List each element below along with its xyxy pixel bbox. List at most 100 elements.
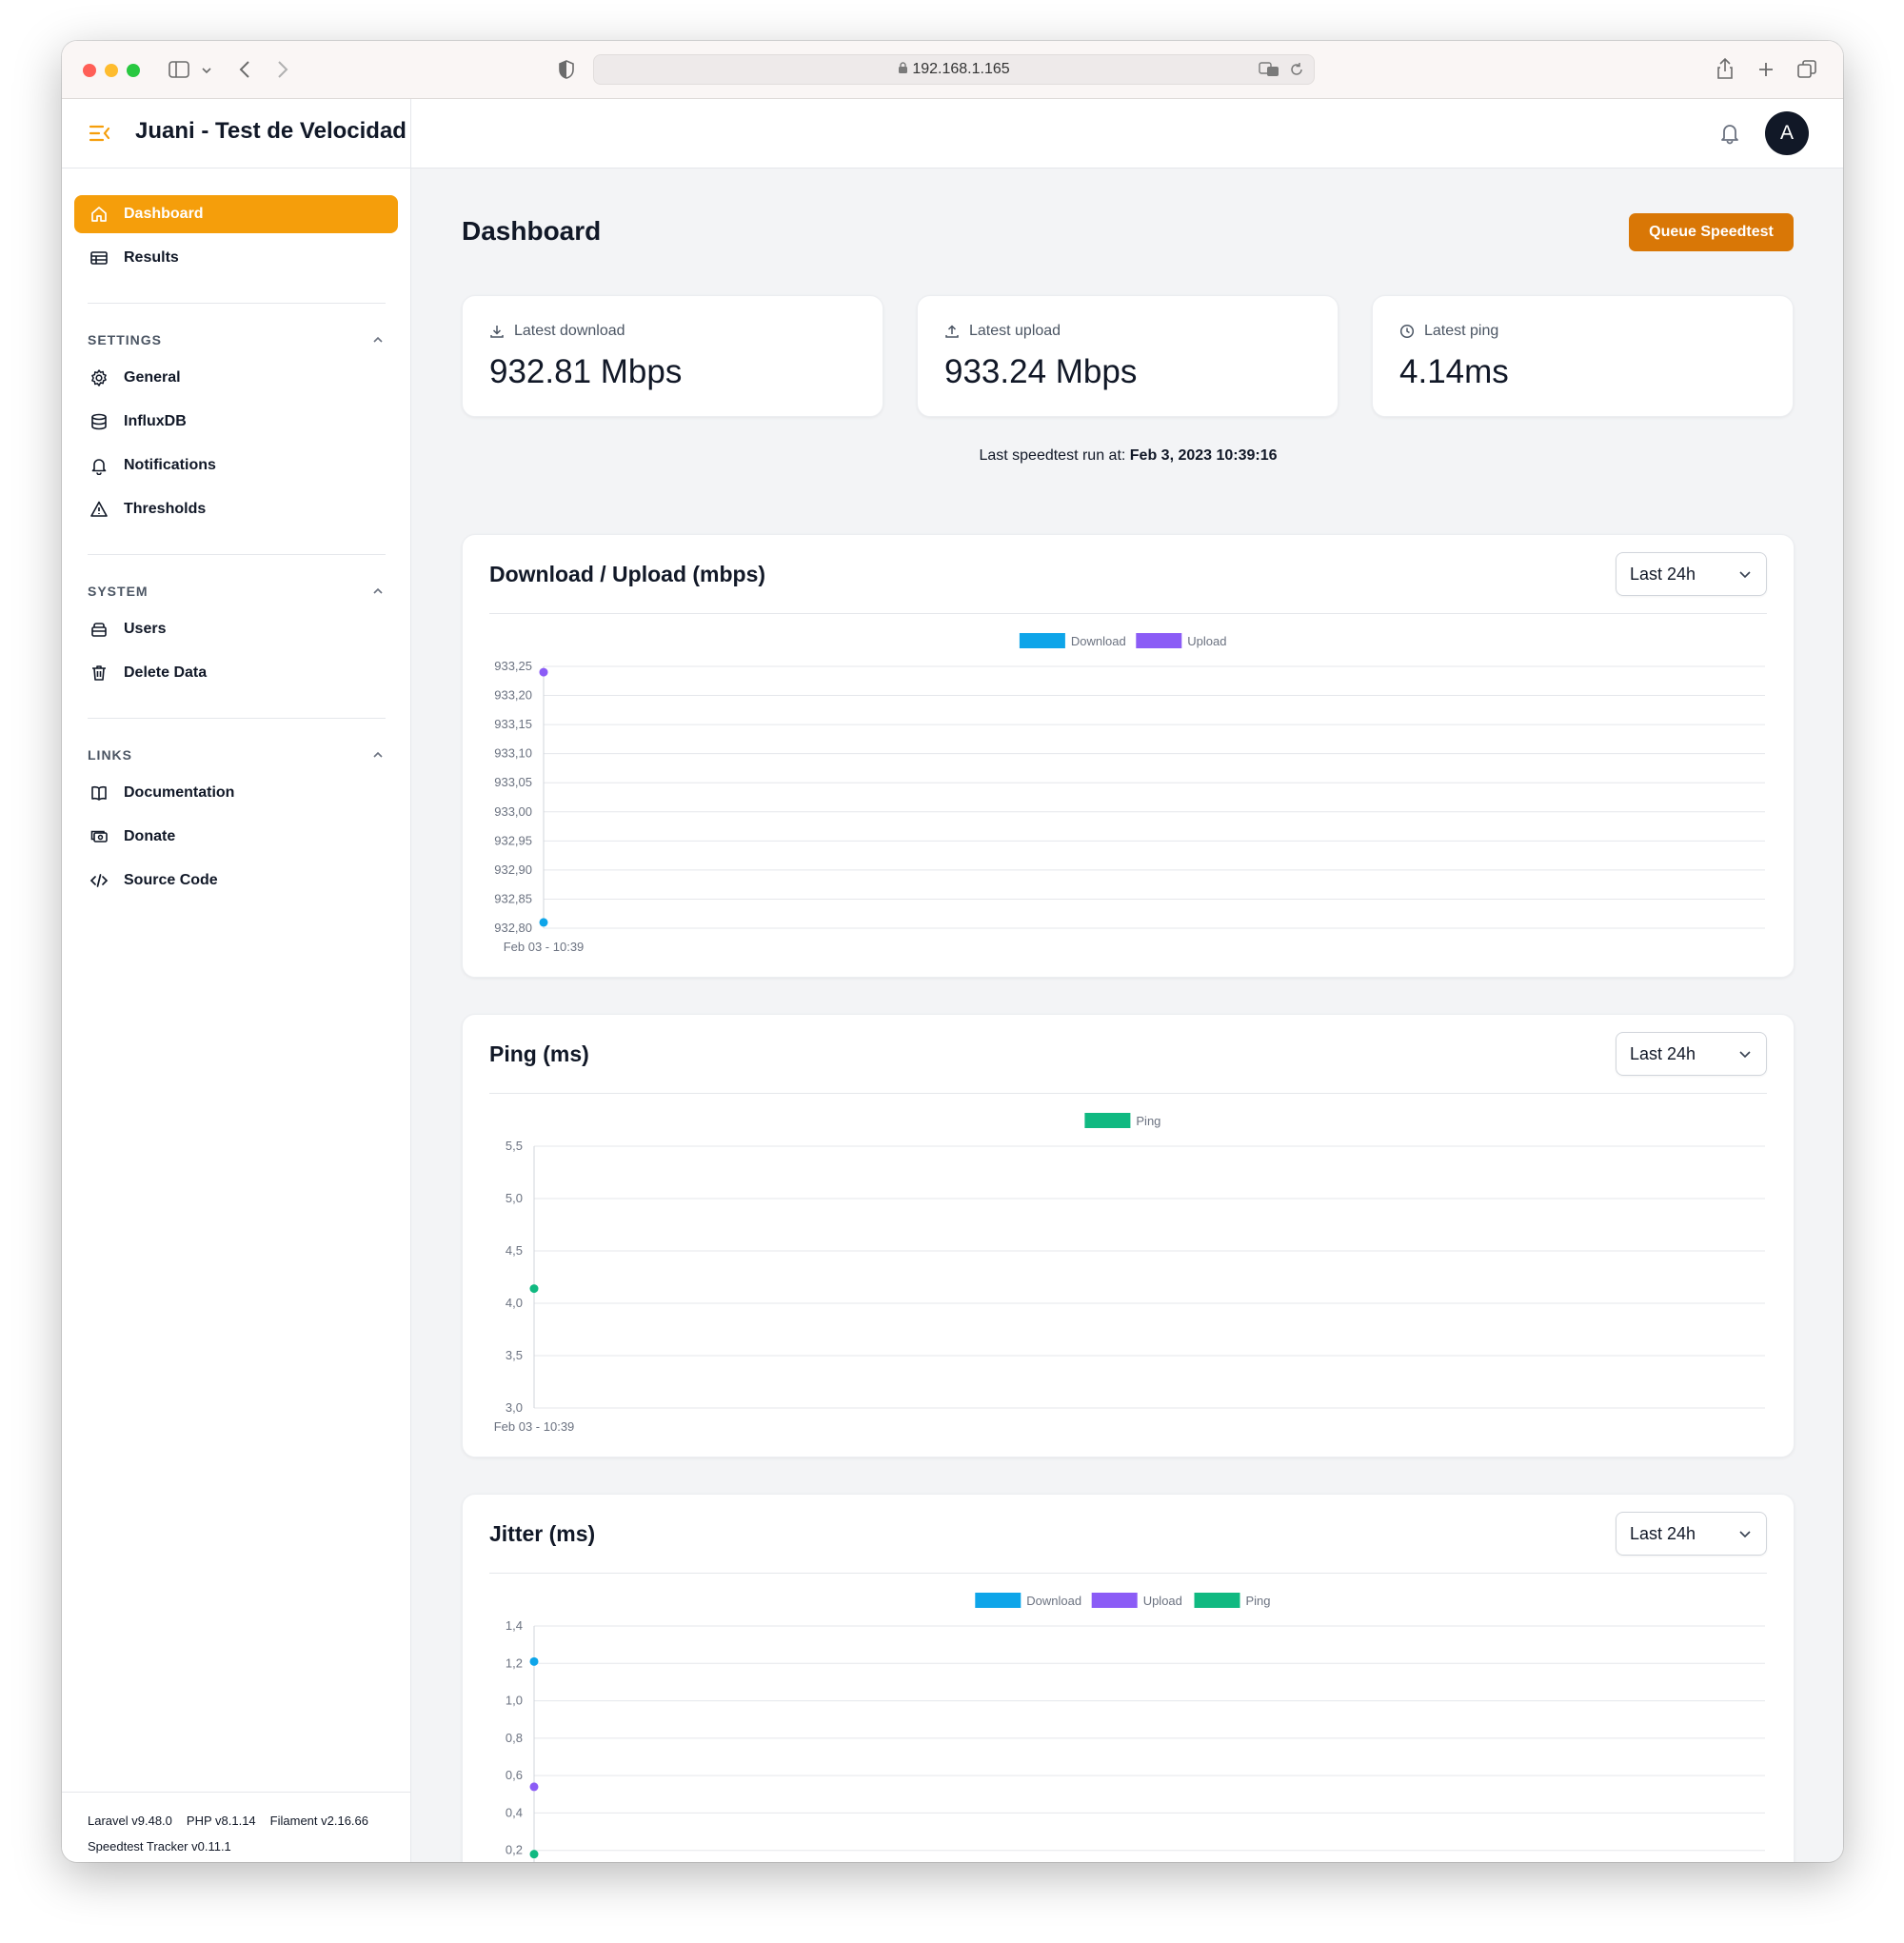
data-point-upload (529, 1782, 539, 1792)
share-icon[interactable] (1716, 57, 1734, 80)
minimize-window-button[interactable] (105, 64, 118, 77)
legend-swatch (1091, 1593, 1138, 1608)
stat-label: Latest ping (1424, 323, 1499, 339)
data-point-ping (529, 1850, 539, 1859)
range-select[interactable]: Last 24h (1616, 1032, 1767, 1076)
y-tick-label: 933,20 (494, 688, 532, 703)
chart-ping: 5,5 5,0 4,5 4,0 3,5 3,0 Feb 03 - 10:39 Ping (494, 1113, 1765, 1434)
y-tick-label: 4,0 (506, 1296, 523, 1310)
sidebar-header: Juani - Test de Velocidad (62, 99, 411, 169)
database-icon (91, 413, 107, 430)
chevron-down-icon[interactable] (202, 67, 211, 74)
sidebar-item-delete-data[interactable]: Delete Data (74, 654, 398, 692)
stat-value: 933.24 Mbps (944, 353, 1138, 390)
upload-icon (945, 325, 959, 338)
back-icon[interactable] (238, 60, 251, 79)
table-icon (90, 251, 108, 265)
address-bar[interactable]: 192.168.1.165 (593, 54, 1315, 85)
trash-icon (92, 665, 106, 681)
queue-speedtest-button[interactable]: Queue Speedtest (1629, 213, 1794, 251)
zoom-window-button[interactable] (127, 64, 140, 77)
tab-overview-icon[interactable] (1797, 60, 1816, 79)
chart-card-ping: Ping (ms) Last 24h 5,5 5,0 4,5 4,0 3,5 3,0 Feb… (462, 1014, 1795, 1457)
range-select[interactable]: Last 24h (1616, 552, 1767, 596)
home-icon (91, 207, 107, 222)
notifications-bell-icon[interactable] (1719, 122, 1740, 145)
sidebar-item-donate[interactable]: Donate (74, 818, 398, 856)
tracker-version: Speedtest Tracker v0.11.1 (88, 1839, 231, 1854)
last-run-value: Feb 3, 2023 10:39:16 (1129, 447, 1278, 464)
sidebar-item-influxdb[interactable]: InfluxDB (74, 403, 398, 441)
y-tick-label: 0,8 (506, 1731, 523, 1745)
brand-title[interactable]: Juani - Test de Velocidad (135, 118, 407, 145)
y-tick-label: 1,4 (506, 1618, 523, 1633)
book-icon (91, 785, 107, 801)
sidebar-item-label: Donate (124, 828, 176, 844)
sidebar-divider (88, 554, 386, 555)
stat-label: Latest upload (969, 323, 1061, 339)
laravel-version: Laravel v9.48.0 (88, 1814, 172, 1828)
range-select-value: Last 24h (1630, 565, 1696, 584)
y-tick-label: 933,05 (494, 775, 532, 789)
data-point-ping (529, 1284, 539, 1294)
stat-value: 932.81 Mbps (489, 353, 683, 390)
sidebar-item-thresholds[interactable]: Thresholds (74, 490, 398, 528)
sidebar-item-users[interactable]: Users (74, 610, 398, 648)
sidebar: Dashboard Results SETTINGS General Influ… (62, 169, 411, 1862)
sidebar-item-dashboard[interactable]: Dashboard (74, 195, 398, 233)
y-tick-label: 933,10 (494, 746, 532, 761)
new-tab-icon[interactable] (1757, 61, 1775, 78)
legend-swatch (975, 1593, 1021, 1608)
chart-download-upload: 933,25 933,20 933,15 933,10 933,05 933,00 932,… (494, 633, 1765, 954)
browser-titlebar: 192.168.1.165 (62, 41, 1843, 99)
chevron-up-icon[interactable] (372, 336, 384, 344)
user-avatar[interactable]: A (1765, 111, 1809, 155)
sidebar-item-notifications[interactable]: Notifications (74, 446, 398, 485)
browser-window: 192.168.1.165 Juani - Test de Velocidad … (62, 41, 1843, 1862)
y-tick-label: 933,15 (494, 717, 532, 731)
y-tick-label: 4,5 (506, 1243, 523, 1258)
url-text: 192.168.1.165 (912, 61, 1010, 77)
data-point-download (529, 1656, 539, 1666)
legend-swatch (1019, 633, 1065, 648)
chevron-down-icon (1739, 1531, 1751, 1538)
y-tick-label: 1,0 (506, 1694, 523, 1708)
sidebar-divider (88, 718, 386, 719)
close-window-button[interactable] (83, 64, 96, 77)
y-tick-label: 0,4 (506, 1805, 523, 1819)
sidebar-item-label: Users (124, 621, 167, 637)
y-tick-label: 1,2 (506, 1656, 523, 1670)
data-point-download (539, 918, 548, 927)
chart-title: Ping (ms) (489, 1041, 589, 1066)
sidebar-item-results[interactable]: Results (74, 239, 398, 277)
y-tick-label: 932,90 (494, 862, 532, 877)
reload-icon[interactable] (1289, 62, 1304, 77)
stat-value: 4.14ms (1399, 353, 1509, 390)
forward-icon[interactable] (276, 60, 289, 79)
x-tick-label: Feb 03 - 10:39 (504, 940, 585, 954)
y-tick-label: 3,0 (506, 1400, 523, 1415)
translate-icon[interactable] (1259, 62, 1279, 77)
sidebar-item-documentation[interactable]: Documentation (74, 774, 398, 812)
sidebar-footer: Laravel v9.48.0 PHP v8.1.14 Filament v2.16… (62, 1792, 410, 1862)
range-select[interactable]: Last 24h (1616, 1512, 1767, 1556)
group-title-links: LINKS (88, 747, 132, 763)
range-select-value: Last 24h (1630, 1044, 1696, 1063)
sidebar-item-label: Documentation (124, 784, 235, 801)
chevron-down-icon (1739, 1051, 1751, 1059)
collapse-menu-icon[interactable] (89, 124, 111, 143)
chevron-up-icon[interactable] (372, 587, 384, 595)
sidebar-item-general[interactable]: General (74, 359, 398, 397)
legend-swatch (1136, 633, 1182, 648)
sidebar-item-label: Dashboard (124, 206, 204, 222)
y-tick-label: 5,0 (506, 1191, 523, 1205)
chevron-up-icon[interactable] (372, 751, 384, 759)
warning-icon (90, 501, 108, 517)
chart-jitter: 1,41,21,00,80,60,40,20Feb 03 - 10:39Down… (506, 1593, 1765, 1862)
filament-version: Filament v2.16.66 (269, 1814, 369, 1828)
sidebar-toggle-icon[interactable] (169, 61, 189, 78)
chart-title: Jitter (ms) (489, 1521, 596, 1546)
chart-title: Download / Upload (mbps) (489, 562, 766, 586)
privacy-shield-icon[interactable] (558, 60, 575, 79)
sidebar-item-source-code[interactable]: Source Code (74, 862, 398, 900)
